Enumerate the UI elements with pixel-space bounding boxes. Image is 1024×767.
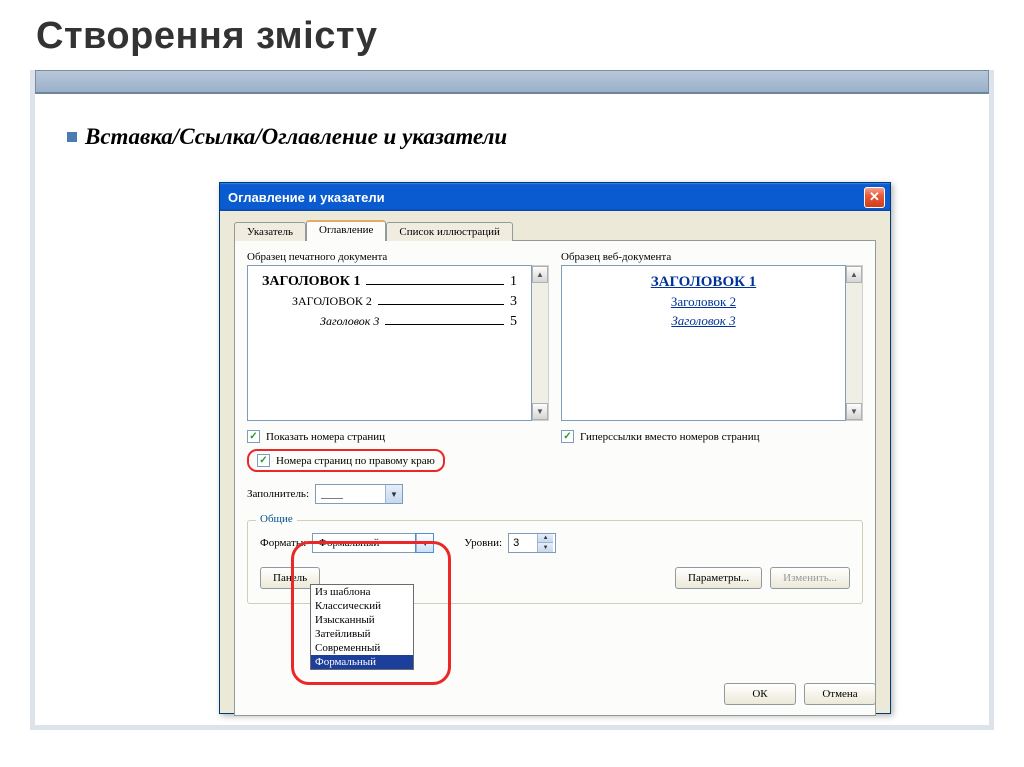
levels-label: Уровни:: [464, 537, 502, 549]
chk-hyperlinks[interactable]: ✓ Гиперссылки вместо номеров страниц: [561, 430, 863, 443]
formats-dropdown[interactable]: Формальный ▼: [312, 533, 434, 553]
chk-right-align[interactable]: ✓ Номера страниц по правому краю: [257, 454, 435, 467]
filler-label: Заполнитель:: [247, 488, 309, 500]
format-option[interactable]: Из шаблона: [311, 585, 413, 599]
tab-toc[interactable]: Оглавление: [306, 220, 386, 241]
decorative-toolbar: [35, 70, 989, 94]
titlebar-title: Оглавление и указатели: [228, 190, 385, 205]
group-legend: Общие: [256, 513, 297, 525]
spin-down-icon[interactable]: ▼: [537, 543, 553, 552]
format-option[interactable]: Изысканный: [311, 613, 413, 627]
tab-strip: Указатель Оглавление Список иллюстраций: [234, 220, 876, 241]
print-preview-label: Образец печатного документа: [247, 251, 549, 263]
dialog-toc: Оглавление и указатели ✕ Указатель Оглав…: [219, 182, 891, 714]
close-icon: ✕: [869, 189, 880, 205]
format-option-selected[interactable]: Формальный: [311, 655, 413, 669]
modify-button: Изменить...: [770, 567, 850, 589]
tab-index[interactable]: Указатель: [234, 222, 306, 241]
print-preview: ЗАГОЛОВОК 11 ЗАГОЛОВОК 23 Заголовок 35: [247, 265, 532, 421]
chk-show-pages[interactable]: ✓ Показать номера страниц: [247, 430, 549, 443]
bullet-text: Вставка/Ссылка/Оглавление и указатели: [85, 124, 507, 150]
web-preview-scrollbar[interactable]: ▲ ▼: [846, 265, 863, 421]
format-option[interactable]: Затейливый: [311, 627, 413, 641]
format-option[interactable]: Современный: [311, 641, 413, 655]
scroll-up-icon[interactable]: ▲: [846, 266, 862, 283]
titlebar[interactable]: Оглавление и указатели ✕: [220, 183, 890, 211]
chevron-down-icon: ▼: [385, 485, 402, 503]
bullet-icon: [67, 132, 77, 142]
cancel-button[interactable]: Отмена: [804, 683, 876, 705]
tab-illustrations[interactable]: Список иллюстраций: [386, 222, 513, 241]
print-preview-scrollbar[interactable]: ▲ ▼: [532, 265, 549, 421]
scroll-down-icon[interactable]: ▼: [846, 403, 862, 420]
levels-input[interactable]: [509, 537, 537, 549]
highlight-right-align: ✓ Номера страниц по правому краю: [247, 449, 445, 472]
checkbox-icon: ✓: [561, 430, 574, 443]
formats-dropdown-list[interactable]: Из шаблона Классический Изысканный Затей…: [310, 584, 414, 670]
levels-stepper[interactable]: ▲▼: [508, 533, 556, 553]
content-frame: Вставка/Ссылка/Оглавление и указатели Ог…: [30, 70, 994, 730]
checkbox-icon: ✓: [247, 430, 260, 443]
formats-label: Форматы:: [260, 537, 306, 549]
filler-dropdown[interactable]: ____ ▼: [315, 484, 403, 504]
web-preview: ЗАГОЛОВОК 1 Заголовок 2 Заголовок 3: [561, 265, 846, 421]
web-preview-label: Образец веб-документа: [561, 251, 863, 263]
spin-up-icon[interactable]: ▲: [537, 534, 553, 543]
params-button[interactable]: Параметры...: [675, 567, 762, 589]
close-button[interactable]: ✕: [864, 187, 885, 208]
scroll-up-icon[interactable]: ▲: [532, 266, 548, 283]
slide-title: Створення змісту: [30, 15, 994, 58]
tab-panel: Образец печатного документа ЗАГОЛОВОК 11…: [234, 240, 876, 716]
scroll-down-icon[interactable]: ▼: [532, 403, 548, 420]
format-option[interactable]: Классический: [311, 599, 413, 613]
ok-button[interactable]: ОК: [724, 683, 796, 705]
chevron-down-icon: ▼: [416, 534, 433, 552]
checkbox-icon: ✓: [257, 454, 270, 467]
